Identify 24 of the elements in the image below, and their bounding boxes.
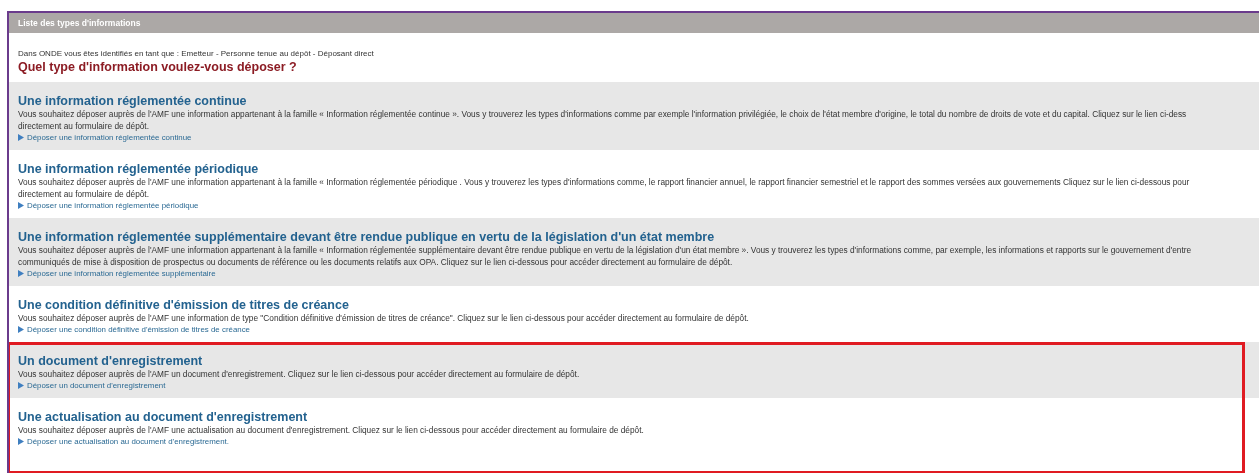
description-line: directement au formulaire de dépôt. (18, 189, 150, 199)
description-line: communiqués de mise à disposition de prospectus ou documents de référence ou les documents relatifs aux OPA. Cliquez sur le lien ci-dessous pour accéder directement au formulaire de dépôt. (18, 257, 734, 267)
description-line: directement au formulaire de dépôt. (18, 121, 150, 131)
description-line: Vous souhaitez déposer auprès de l'AMF une information appartenant à la famille « Information réglementée continue ». Vous y trouverez les types d'informations comme par exemple l'information privilégiée, le choix de l'état membre d'origine, le total du nombre de droits de vote et du capital. Cliquez sur le lien ci-dess (18, 109, 1188, 119)
description-line: Vous souhaitez déposer auprès de l'AMF une information appartenant à la famille « Information réglementée supplémentaire devant être rendue publique en vertu de la législation d'un état membre ». Vous y trouverez les types d'informations comme, par exemple, les informations et rapports sur le gouvernement d'entre (18, 245, 1193, 255)
triangle-icon (18, 270, 24, 277)
triangle-icon (18, 134, 24, 141)
description-line: Vous souhaitez déposer auprès de l'AMF une information de type "Condition définitive d'émission de titres de créance". Cliquez sur le lien ci-dessous pour accéder directement au formulaire de dépôt. (18, 313, 750, 323)
section-title: Une condition définitive d'émission de titres de créance (18, 298, 350, 312)
question-heading: Quel type d'information voulez-vous déposer ? (18, 60, 298, 74)
triangle-icon (18, 326, 24, 333)
section-title: Une information réglementée continue (18, 94, 248, 108)
panel-title: Liste des types d'informations (9, 13, 1259, 33)
description-line: Vous souhaitez déposer auprès de l'AMF une actualisation au document d'enregistrement. Cliquez sur le lien ci-dessous pour accéder directement au formulaire de dépôt. (18, 425, 645, 435)
section-title: Une information réglementée supplémentaire devant être rendue publique en vertu de la législation d'un état membre (18, 230, 716, 244)
section-title: Une actualisation au document d'enregistrement (18, 410, 309, 424)
description-line: Vous souhaitez déposer auprès de l'AMF une information appartenant à la famille « Information réglementée périodique . Vous y trouverez les types d'informations comme, le rapport financier annuel, le rapport financier semestriel et le rapport des sommes versées aux gouvernements Cliquez sur le lien ci-dessous pour (18, 177, 1191, 187)
section-title: Une information réglementée périodique (18, 162, 260, 176)
triangle-icon (18, 438, 24, 445)
section-title: Un document d'enregistrement (18, 354, 204, 368)
description-line: Vous souhaitez déposer auprès de l'AMF un document d'enregistrement. Cliquez sur le lien ci-dessous pour accéder directement au formulaire de dépôt. (18, 369, 581, 379)
identity-text: Dans ONDE vous êtes identifiés en tant que : Emetteur - Personne tenue au dépôt - Déposant direct (18, 49, 375, 58)
triangle-icon (18, 202, 24, 209)
triangle-icon (18, 382, 24, 389)
